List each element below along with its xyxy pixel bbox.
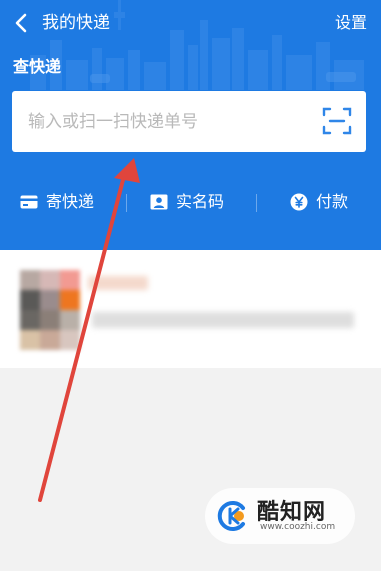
query-section-label: 查快递 [13,57,62,76]
card-icon [20,195,38,209]
coozhi-watermark: 酷知网 www.coozhi.com [205,488,355,544]
chevron-left-icon [15,13,27,33]
tracking-search-box[interactable] [12,91,366,152]
package-detail-placeholder [92,312,354,328]
tracking-number-input[interactable] [28,91,308,152]
scan-icon[interactable] [322,106,352,136]
page-title: 我的快递 [42,13,110,33]
payment-label: 付款 [316,192,349,211]
send-express-label: 寄快递 [46,192,95,211]
quick-actions-bar: 寄快递 实名码 付款 [0,182,381,222]
id-badge-icon [150,194,168,210]
header-banner: 我的快递 设置 查快递 寄快递 [0,0,381,250]
divider [256,194,257,212]
divider [126,194,127,212]
package-title-placeholder [88,276,148,290]
payment-button[interactable]: 付款 [290,190,348,214]
coozhi-logo [217,501,245,531]
real-name-code-button[interactable]: 实名码 [150,190,224,214]
watermark-url: www.coozhi.com [260,522,336,532]
real-name-code-label: 实名码 [176,192,225,211]
send-express-button[interactable]: 寄快递 [20,190,94,214]
package-thumbnail [20,270,80,350]
settings-button[interactable]: 设置 [335,10,367,36]
back-button[interactable] [8,10,34,36]
yen-icon [290,193,308,211]
